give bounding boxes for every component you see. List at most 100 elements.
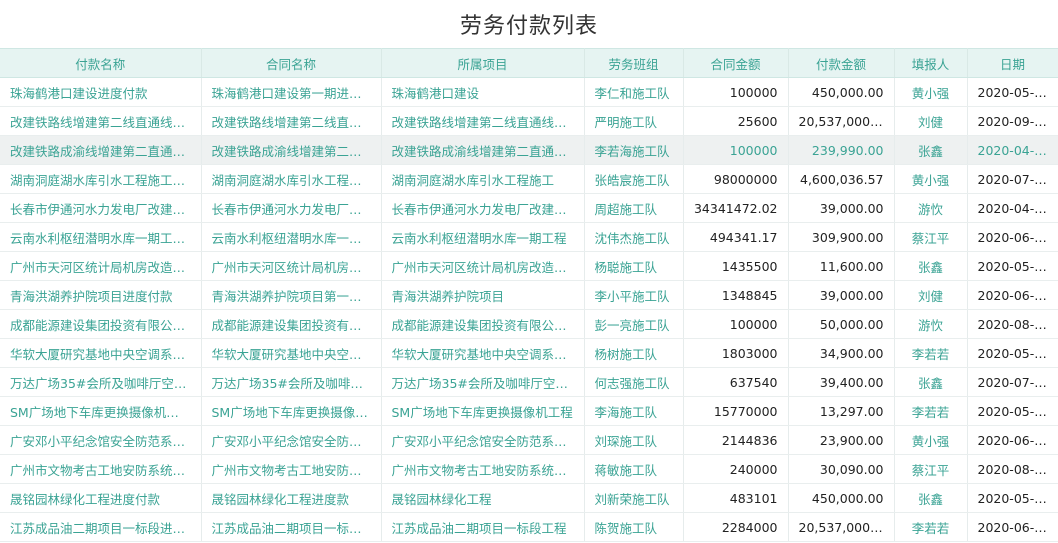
- table-row[interactable]: 珠海鹤港口建设进度付款 珠海鹤港口建设第一期进度款 珠海鹤港口建设 李仁和施工队 100…: [0, 77, 1058, 107]
- reporter-cell: 刘健: [894, 106, 968, 136]
- project-cell: 湖南洞庭湖水库引水工程施工: [381, 164, 585, 194]
- contract-name-cell: 改建铁路线增建第二线直通线工程合同: [201, 106, 382, 136]
- payment-name-cell: SM广场地下车库更换摄像机工程进度付款: [0, 396, 202, 426]
- payment-name-cell: 万达广场35#会所及咖啡厅空调工程进度付款: [0, 367, 202, 397]
- payment-name-cell: 长春市伊通河水力发电厂改建工程进度付款: [0, 193, 202, 223]
- project-cell: 珠海鹤港口建设: [381, 77, 585, 107]
- contract-amount-cell: 2144836: [683, 425, 789, 455]
- table-row[interactable]: 成都能源建设集团投资有限公司进度付款成都能源建设集团投资有限公司合同成都能源建设…: [0, 309, 1058, 339]
- contract-name-cell: 改建铁路成渝线增建第二直通线工程合同: [201, 135, 382, 165]
- project-cell: 广州市文物考古工地安防系统工程: [381, 454, 585, 484]
- contract-name-cell: SM广场地下车库更换摄像机工程合同: [201, 396, 382, 426]
- contract-amount-cell: 240000: [683, 454, 789, 484]
- labor-team-cell: 蒋敏施工队: [584, 454, 684, 484]
- labor-team-cell: 何志强施工队: [584, 367, 684, 397]
- project-cell: 改建铁路线增建第二线直通线工程: [381, 106, 585, 136]
- page-title: 劳务付款列表: [459, 14, 598, 39]
- table-row[interactable]: 广安邓小平纪念馆安全防范系统进度付款广安邓小平纪念馆安全防范系统合同广安邓小平纪…: [0, 425, 1058, 455]
- table-row[interactable]: 万达广场35#会所及咖啡厅空调工程进度付款万达广场35#会所及咖啡厅空调工程合同…: [0, 367, 1058, 397]
- column-header-contract-name[interactable]: 合同名称: [201, 48, 382, 78]
- payment-amount-cell: 20,537,000.00: [788, 512, 895, 542]
- reporter-cell: 李若若: [894, 396, 968, 426]
- payment-name-cell: 云南水利枢纽潜明水库一期工程进度付款: [0, 222, 202, 252]
- reporter-cell: 黄小强: [894, 164, 968, 194]
- contract-amount-cell: 483101: [683, 483, 789, 513]
- project-cell: 万达广场35#会所及咖啡厅空调工程: [381, 367, 585, 397]
- table-row[interactable]: 广州市天河区统计局机房改造进度付款广州市天河区统计局机房改造合同广州市天河区统计…: [0, 251, 1058, 281]
- contract-name-cell: 晟铭园林绿化工程进度款: [201, 483, 382, 513]
- column-header-reporter[interactable]: 填报人: [894, 48, 968, 78]
- contract-name-cell: 广州市天河区统计局机房改造合同: [201, 251, 382, 281]
- table-row[interactable]: 晟铭园林绿化工程进度付款 晟铭园林绿化工程进度款 晟铭园林绿化工程 刘新荣施工队 483…: [0, 483, 1058, 513]
- contract-name-cell: 万达广场35#会所及咖啡厅空调工程合同: [201, 367, 382, 397]
- payment-name-cell: 珠海鹤港口建设进度付款: [0, 77, 202, 107]
- column-header-labor-team[interactable]: 劳务班组: [584, 48, 684, 78]
- table-row[interactable]: 江苏成品油二期项目一标段进度付款江苏成品油二期项目一标段工程合同江苏成品油二期项…: [0, 512, 1058, 542]
- labor-team-cell: 杨树施工队: [584, 338, 684, 368]
- payment-amount-cell: 39,000.00: [788, 193, 895, 223]
- contract-amount-cell: 100000: [683, 309, 789, 339]
- project-cell: 广安邓小平纪念馆安全防范系统工程: [381, 425, 585, 455]
- payment-amount-cell: 4,600,036.57: [788, 164, 895, 194]
- contract-amount-cell: 98000000: [683, 164, 789, 194]
- labor-team-cell: 李仁和施工队: [584, 77, 684, 107]
- labor-team-cell: 张皓宸施工队: [584, 164, 684, 194]
- reporter-cell: 蔡江平: [894, 222, 968, 252]
- table-body: 珠海鹤港口建设进度付款 珠海鹤港口建设第一期进度款 珠海鹤港口建设 李仁和施工队 100…: [0, 77, 1058, 542]
- payment-amount-cell: 239,990.00: [788, 135, 895, 165]
- column-header-payment-amount[interactable]: 付款金额: [788, 48, 895, 78]
- reporter-cell: 蔡江平: [894, 454, 968, 484]
- payment-name-cell: 江苏成品油二期项目一标段进度付款: [0, 512, 202, 542]
- contract-name-cell: 江苏成品油二期项目一标段工程合同: [201, 512, 382, 542]
- reporter-cell: 张鑫: [894, 135, 968, 165]
- project-cell: 江苏成品油二期项目一标段工程: [381, 512, 585, 542]
- labor-team-cell: 刘新荣施工队: [584, 483, 684, 513]
- labor-team-cell: 沈伟杰施工队: [584, 222, 684, 252]
- reporter-cell: 黄小强: [894, 77, 968, 107]
- payment-amount-cell: 23,900.00: [788, 425, 895, 455]
- labor-team-cell: 周超施工队: [584, 193, 684, 223]
- contract-name-cell: 广安邓小平纪念馆安全防范系统合同: [201, 425, 382, 455]
- payment-amount-cell: 39,400.00: [788, 367, 895, 397]
- payment-amount-cell: 450,000.00: [788, 77, 895, 107]
- contract-name-cell: 广州市文物考古工地安防系统合同: [201, 454, 382, 484]
- date-cell: 2020-05-21: [967, 251, 1058, 281]
- table-row[interactable]: 云南水利枢纽潜明水库一期工程进度付款云南水利枢纽潜明水库一期工程合同云南水利枢纽…: [0, 222, 1058, 252]
- contract-amount-cell: 15770000: [683, 396, 789, 426]
- payment-amount-cell: 34,900.00: [788, 338, 895, 368]
- labor-team-cell: 彭一亮施工队: [584, 309, 684, 339]
- column-header-payment-name[interactable]: 付款名称: [0, 48, 202, 78]
- contract-amount-cell: 2284000: [683, 512, 789, 542]
- reporter-cell: 李若若: [894, 512, 968, 542]
- column-header-date[interactable]: 日期: [967, 48, 1058, 78]
- date-cell: 2020-09-13: [967, 106, 1058, 136]
- contract-name-cell: 长春市伊通河水力发电厂改建工程合同: [201, 193, 382, 223]
- table-row[interactable]: SM广场地下车库更换摄像机工程进度付款SM广场地下车库更换摄像机工程合同SM广场…: [0, 396, 1058, 426]
- project-cell: 云南水利枢纽潜明水库一期工程: [381, 222, 585, 252]
- reporter-cell: 游忺: [894, 309, 968, 339]
- table-row[interactable]: 长春市伊通河水力发电厂改建工程进度付款长春市伊通河水力发电厂改建工程合同长春市伊…: [0, 193, 1058, 223]
- date-cell: 2020-04-29: [967, 135, 1058, 165]
- table-row[interactable]: 改建铁路成渝线增建第二直通线工程进度付款改建铁路成渝线增建第二直通线工程合同改建…: [0, 135, 1058, 165]
- contract-amount-cell: 1348845: [683, 280, 789, 310]
- payment-amount-cell: 450,000.00: [788, 483, 895, 513]
- reporter-cell: 张鑫: [894, 367, 968, 397]
- date-cell: 2020-05-27: [967, 483, 1058, 513]
- project-cell: 成都能源建设集团投资有限公司项目: [381, 309, 585, 339]
- project-cell: 青海洪湖养护院项目: [381, 280, 585, 310]
- payment-amount-cell: 39,000.00: [788, 280, 895, 310]
- column-header-project[interactable]: 所属项目: [381, 48, 585, 78]
- payment-name-cell: 广州市天河区统计局机房改造进度付款: [0, 251, 202, 281]
- table-row[interactable]: 华软大厦研究基地中央空调系统进度付款华软大厦研究基地中央空调系统合同华软大厦研究…: [0, 338, 1058, 368]
- contract-amount-cell: 1803000: [683, 338, 789, 368]
- table-row[interactable]: 广州市文物考古工地安防系统进度付款广州市文物考古工地安防系统合同广州市文物考古工…: [0, 454, 1058, 484]
- date-cell: 2020-04-27: [967, 193, 1058, 223]
- contract-name-cell: 湖南洞庭湖水库引水工程施工合同: [201, 164, 382, 194]
- table-row[interactable]: 湖南洞庭湖水库引水工程施工进度付款湖南洞庭湖水库引水工程施工合同湖南洞庭湖水库引…: [0, 164, 1058, 194]
- column-header-contract-amount[interactable]: 合同金额: [683, 48, 789, 78]
- table-row[interactable]: 改建铁路线增建第二线直通线工程进度付款改建铁路线增建第二线直通线工程合同改建铁路…: [0, 106, 1058, 136]
- payment-amount-cell: 20,537,000.00: [788, 106, 895, 136]
- labor-team-cell: 李小平施工队: [584, 280, 684, 310]
- reporter-cell: 张鑫: [894, 483, 968, 513]
- table-row[interactable]: 青海洪湖养护院项目进度付款 青海洪湖养护院项目第一期进度款 青海洪湖养护院项目 李小平…: [0, 280, 1058, 310]
